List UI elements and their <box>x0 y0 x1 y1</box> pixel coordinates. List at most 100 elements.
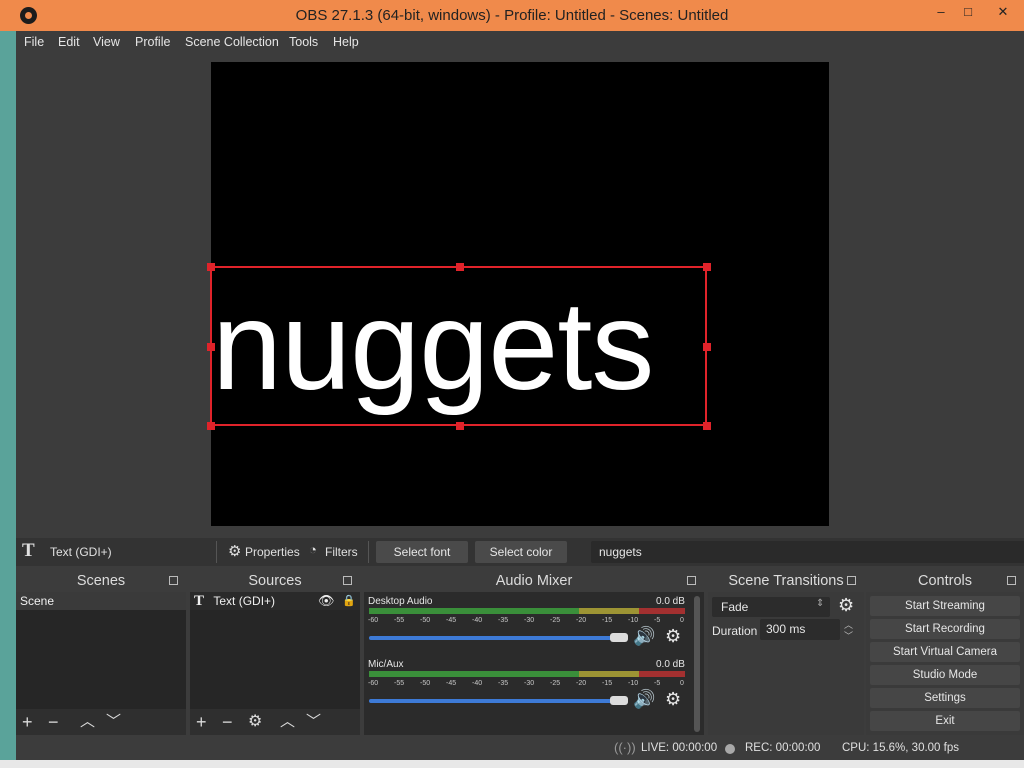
gear-icon[interactable]: ⚙ <box>665 626 681 647</box>
resize-handle-bottom[interactable] <box>456 422 464 430</box>
menu-profile[interactable]: Profile <box>135 35 170 49</box>
menu-help[interactable]: Help <box>333 35 359 49</box>
filters-icon: ◔ <box>309 542 317 557</box>
menu-tools[interactable]: Tools <box>289 35 318 49</box>
meter-tick-label: -20 <box>576 617 587 624</box>
resize-handle-bottom-right[interactable] <box>703 422 711 430</box>
source-item-label: Text (GDI+) <box>213 594 276 608</box>
menu-scene-collection[interactable]: Scene Collection <box>185 35 279 49</box>
live-timer: LIVE: 00:00:00 <box>641 742 718 754</box>
broadcast-icon: ((·)) <box>614 740 636 755</box>
mixer-scrollbar[interactable] <box>694 596 700 732</box>
menu-view[interactable]: View <box>93 35 120 49</box>
resize-handle-top[interactable] <box>456 263 464 271</box>
undock-icon[interactable] <box>169 576 178 585</box>
mixer-body: Desktop Audio 0.0 dB -60 -55 -50 -45 -40 -35-… <box>364 592 704 735</box>
volume-meter <box>369 608 685 614</box>
status-bar: ((·)) LIVE: 00:00:00 REC: 00:00:00 CPU: … <box>16 737 1024 760</box>
gear-icon[interactable]: ⚙ <box>838 595 854 616</box>
meter-tick-label: -30 <box>524 680 535 687</box>
lock-icon[interactable]: 🔒 <box>342 592 356 610</box>
undock-icon[interactable] <box>343 576 352 585</box>
settings-button[interactable]: Settings <box>870 688 1020 708</box>
meter-tick-label: -10 <box>628 680 639 687</box>
speaker-icon[interactable]: 🔊 <box>633 689 655 710</box>
studio-mode-button[interactable]: Studio Mode <box>870 665 1020 685</box>
meter-tick-label: -50 <box>420 680 431 687</box>
stepper-down-icon[interactable]: ﹀ <box>844 629 853 642</box>
source-item[interactable]: T Text (GDI+) 👁 🔒 <box>190 592 360 610</box>
start-virtual-camera-button[interactable]: Start Virtual Camera <box>870 642 1020 662</box>
gear-icon: ⚙ <box>228 543 242 560</box>
speaker-icon[interactable]: 🔊 <box>633 626 655 647</box>
cpu-fps-readout: CPU: 15.6%, 30.00 fps <box>842 742 959 754</box>
channel-db: 0.0 dB <box>656 659 685 670</box>
rec-timer: REC: 00:00:00 <box>745 742 821 754</box>
mixer-title: Audio Mixer <box>364 570 704 592</box>
resize-handle-right[interactable] <box>703 343 711 351</box>
scene-item[interactable]: Scene <box>16 592 186 610</box>
menu-edit[interactable]: Edit <box>58 35 80 49</box>
undock-icon[interactable] <box>687 576 696 585</box>
undock-icon[interactable] <box>847 576 856 585</box>
title-bar: OBS 27.1.3 (64-bit, windows) - Profile: … <box>0 0 1024 31</box>
add-icon[interactable]: + <box>22 713 33 731</box>
resize-handle-top-right[interactable] <box>703 263 711 271</box>
start-streaming-button[interactable]: Start Streaming <box>870 596 1020 616</box>
channel-name: Mic/Aux <box>368 659 404 670</box>
selection-box[interactable] <box>207 263 711 430</box>
undock-icon[interactable] <box>1007 576 1016 585</box>
volume-slider[interactable] <box>369 699 619 703</box>
resize-handle-top-left[interactable] <box>207 263 215 271</box>
remove-icon[interactable]: − <box>48 713 59 731</box>
channel-name: Desktop Audio <box>368 596 433 607</box>
exit-button[interactable]: Exit <box>870 711 1020 731</box>
meter-tick-label: 0 <box>680 680 684 687</box>
meter-tick-label: -15 <box>602 617 613 624</box>
move-down-icon[interactable]: ﹀ <box>306 713 321 731</box>
remove-icon[interactable]: − <box>222 713 233 731</box>
close-button[interactable]: ✕ <box>988 3 1018 21</box>
resize-handle-left[interactable] <box>207 343 215 351</box>
source-properties-bar: T Text (GDI+) ⚙ Properties ◔ Filters Sel… <box>16 538 1024 566</box>
record-indicator-icon <box>725 744 735 754</box>
sources-title: Sources <box>190 570 360 592</box>
menu-bar: File Edit View Profile Scene Collection … <box>16 31 1024 53</box>
transitions-title: Scene Transitions <box>708 570 864 592</box>
scenes-toolbar: + − ︿ ﹀ <box>16 709 186 735</box>
duration-input[interactable]: 300 ms <box>760 619 840 640</box>
move-up-icon[interactable]: ︿ <box>280 713 295 731</box>
select-font-button[interactable]: Select font <box>376 541 468 563</box>
properties-button[interactable]: Properties <box>245 545 300 559</box>
menu-file[interactable]: File <box>24 35 44 49</box>
filters-button[interactable]: Filters <box>325 545 358 559</box>
gear-icon[interactable]: ⚙ <box>248 713 262 731</box>
controls-title: Controls <box>866 570 1024 592</box>
current-source-name: Text (GDI+) <box>50 545 112 559</box>
volume-slider-knob[interactable] <box>610 696 628 705</box>
minimize-button[interactable]: – <box>926 3 956 21</box>
volume-slider-knob[interactable] <box>610 633 628 642</box>
scenes-dock: Scenes Scene + − ︿ ﹀ <box>16 570 186 735</box>
move-down-icon[interactable]: ﹀ <box>106 713 121 731</box>
start-recording-button[interactable]: Start Recording <box>870 619 1020 639</box>
select-color-button[interactable]: Select color <box>475 541 567 563</box>
text-source-icon: T <box>194 593 205 609</box>
sources-toolbar: + − ⚙ ︿ ﹀ <box>190 709 360 735</box>
chevron-updown-icon: ⇕ <box>816 598 825 609</box>
window-title: OBS 27.1.3 (64-bit, windows) - Profile: … <box>295 7 729 24</box>
maximize-button[interactable]: □ <box>953 3 983 21</box>
move-up-icon[interactable]: ︿ <box>80 713 95 731</box>
meter-tick-label: -40 <box>472 617 483 624</box>
add-icon[interactable]: + <box>196 713 207 731</box>
volume-slider[interactable] <box>369 636 619 640</box>
transition-select[interactable]: Fade <box>712 597 830 617</box>
meter-tick-label: -30 <box>524 617 535 624</box>
divider <box>216 541 217 563</box>
text-input[interactable]: nuggets <box>591 541 1024 563</box>
gear-icon[interactable]: ⚙ <box>665 689 681 710</box>
text-source-icon: T <box>22 540 35 561</box>
resize-handle-bottom-left[interactable] <box>207 422 215 430</box>
visibility-eye-icon[interactable]: 👁 <box>318 592 335 610</box>
meter-tick-label: -10 <box>628 617 639 624</box>
